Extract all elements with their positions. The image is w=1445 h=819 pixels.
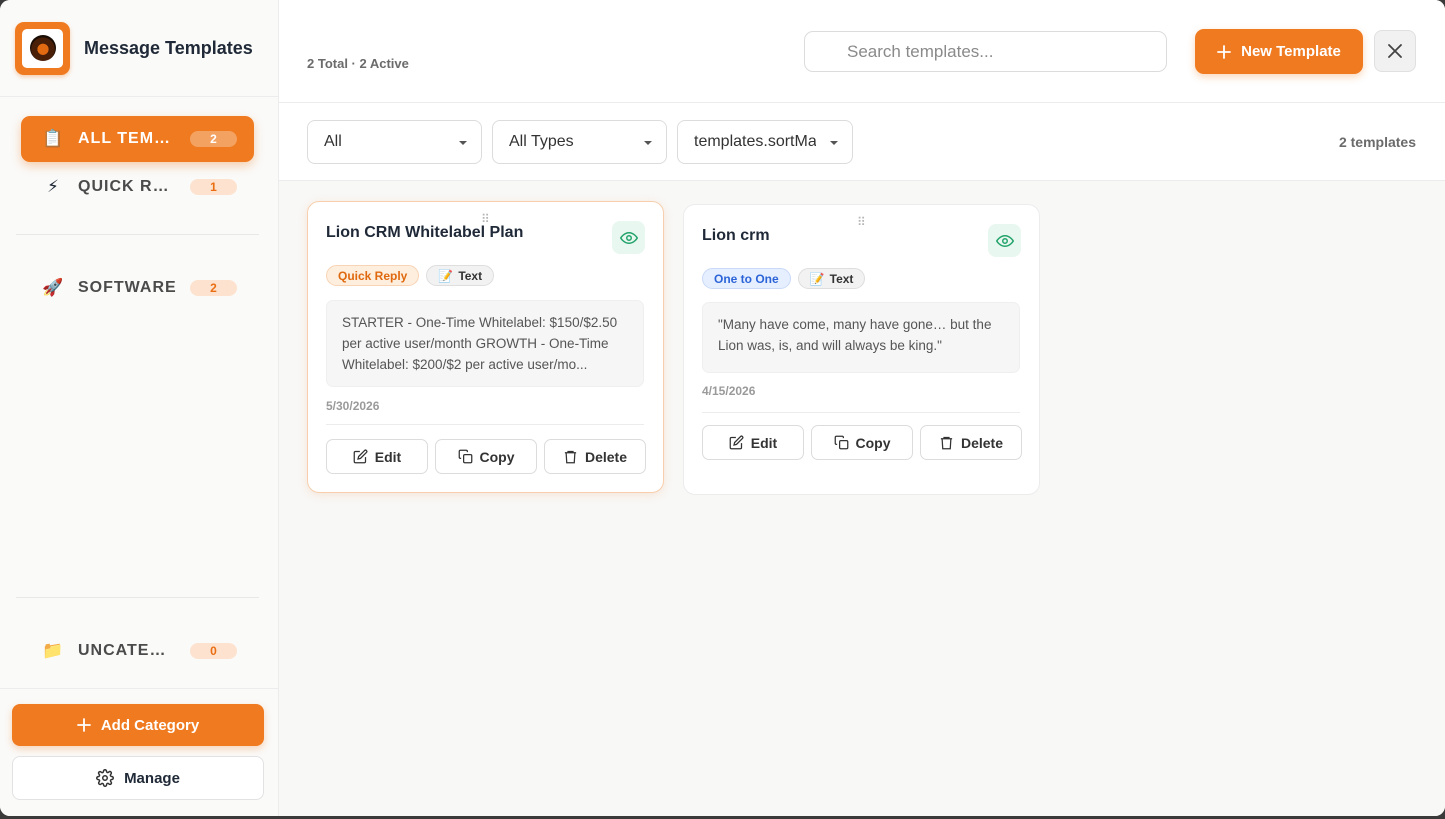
type-filter-select[interactable]: All Types (492, 120, 667, 164)
memo-icon: 📝 (809, 271, 825, 286)
copy-label: Copy (855, 434, 891, 451)
app-title: Message Templates (84, 37, 253, 58)
delete-button[interactable]: Delete (920, 425, 1022, 460)
category-tag: Quick Reply (326, 265, 420, 286)
delete-label: Delete (584, 448, 628, 465)
rocket-icon: 🚀 (42, 278, 64, 297)
template-preview: "Many have come, many have gone… but the… (702, 302, 1020, 373)
trash-icon (939, 435, 954, 450)
close-button[interactable] (1374, 30, 1416, 72)
status-filter-value: All (324, 133, 342, 150)
lion-logo-icon (29, 35, 56, 61)
edit-label: Edit (750, 434, 778, 451)
category-software[interactable]: 🚀 SOFTWARE 2 (21, 265, 254, 311)
template-card[interactable]: ⠿ Lion CRM Whitelabel Plan Quick Reply 📝… (307, 201, 664, 493)
add-category-button[interactable]: Add Category (12, 704, 264, 746)
category-label: SOFTWARE (78, 279, 177, 296)
new-template-button[interactable]: New Template (1195, 29, 1363, 74)
delete-label: Delete (960, 434, 1004, 451)
brand: Message Templates (0, 0, 278, 97)
template-card[interactable]: ⠿ Lion crm One to One 📝 Text "Many have … (683, 204, 1040, 495)
manage-label: Manage (124, 769, 180, 787)
category-count-badge: 1 (190, 179, 237, 195)
template-title: Lion crm (702, 227, 770, 244)
edit-button[interactable]: Edit (702, 425, 804, 460)
category-label: ALL TEMPLATES (78, 130, 178, 147)
template-preview: STARTER - One-Time Whitelabel: $150/$2.5… (326, 300, 644, 387)
add-category-label: Add Category (100, 716, 200, 734)
category-label: UNCATEGORIZED (78, 642, 178, 659)
eye-icon (995, 232, 1014, 250)
templates-window: Message Templates 📋 ALL TEMPLATES 2 ⚡ QU… (0, 0, 1445, 816)
chevron-down-icon (644, 141, 652, 145)
sidebar-divider (16, 234, 259, 235)
category-tag: One to One (702, 268, 791, 289)
plus-icon (1217, 44, 1232, 59)
card-divider (326, 424, 644, 425)
search-input[interactable] (804, 31, 1167, 72)
type-tag: 📝 Text (797, 268, 866, 289)
gear-icon (96, 769, 114, 787)
copy-icon (834, 435, 849, 450)
copy-button[interactable]: Copy (811, 425, 913, 460)
type-tag-label: Text (829, 271, 854, 286)
eye-icon (619, 229, 638, 247)
memo-icon: 📝 (438, 268, 454, 283)
filter-bar: All All Types templates.sortManual 2 tem… (279, 103, 1445, 181)
drag-handle-icon[interactable]: ⠿ (857, 215, 866, 229)
type-filter-value: All Types (509, 133, 574, 150)
card-divider (702, 412, 1020, 413)
sort-value: templates.sortManual (694, 133, 816, 150)
category-all-templates[interactable]: 📋 ALL TEMPLATES 2 (21, 116, 254, 162)
type-tag-label: Text (458, 268, 483, 283)
edit-label: Edit (374, 448, 402, 465)
category-label: QUICK REPLIES (78, 178, 178, 195)
new-template-label: New Template (1241, 43, 1341, 60)
card-actions: Edit Copy Delete (702, 425, 1022, 460)
category-uncategorized[interactable]: 📁 UNCATEGORIZED 0 (21, 628, 254, 674)
category-count-badge: 2 (190, 280, 237, 296)
app-logo (15, 21, 70, 75)
trash-icon (563, 449, 578, 464)
logo-frame (22, 28, 63, 68)
category-quick-replies[interactable]: ⚡ QUICK REPLIES 1 (21, 164, 254, 210)
copy-button[interactable]: Copy (435, 439, 537, 474)
lightning-icon: ⚡ (47, 177, 59, 196)
chevron-down-icon (459, 141, 467, 145)
preview-button[interactable] (612, 221, 645, 254)
template-count: 2 templates (1338, 134, 1416, 150)
header: 2 Total · 2 Active New Template (279, 0, 1445, 103)
status-filter-select[interactable]: All (307, 120, 482, 164)
preview-button[interactable] (988, 224, 1021, 257)
copy-label: Copy (479, 448, 515, 465)
template-stats: 2 Total · 2 Active (307, 56, 409, 71)
close-icon (1387, 43, 1403, 59)
manage-button[interactable]: Manage (12, 756, 264, 800)
main-panel: 2 Total · 2 Active New Template All All … (279, 0, 1445, 816)
delete-button[interactable]: Delete (544, 439, 646, 474)
edit-icon (729, 435, 744, 450)
type-tag: 📝 Text (426, 265, 495, 286)
clipboard-icon: 📋 (42, 129, 64, 148)
template-date: 4/15/2026 (702, 384, 756, 398)
chevron-down-icon (830, 141, 838, 145)
edit-icon (353, 449, 368, 464)
template-tags: Quick Reply 📝 Text (326, 265, 495, 286)
card-actions: Edit Copy Delete (326, 439, 646, 474)
folder-icon: 📁 (42, 641, 64, 660)
category-count-badge: 0 (190, 643, 237, 659)
edit-button[interactable]: Edit (326, 439, 428, 474)
plus-icon (76, 718, 91, 732)
sort-select[interactable]: templates.sortManual (677, 120, 853, 164)
template-title: Lion CRM Whitelabel Plan (326, 224, 524, 241)
sidebar-footer: Add Category Manage (0, 688, 279, 816)
sidebar: Message Templates 📋 ALL TEMPLATES 2 ⚡ QU… (0, 0, 279, 816)
template-date: 5/30/2026 (326, 399, 380, 413)
category-count-badge: 2 (190, 131, 237, 147)
template-tags: One to One 📝 Text (702, 268, 866, 289)
sidebar-divider (16, 597, 259, 598)
copy-icon (458, 449, 473, 464)
